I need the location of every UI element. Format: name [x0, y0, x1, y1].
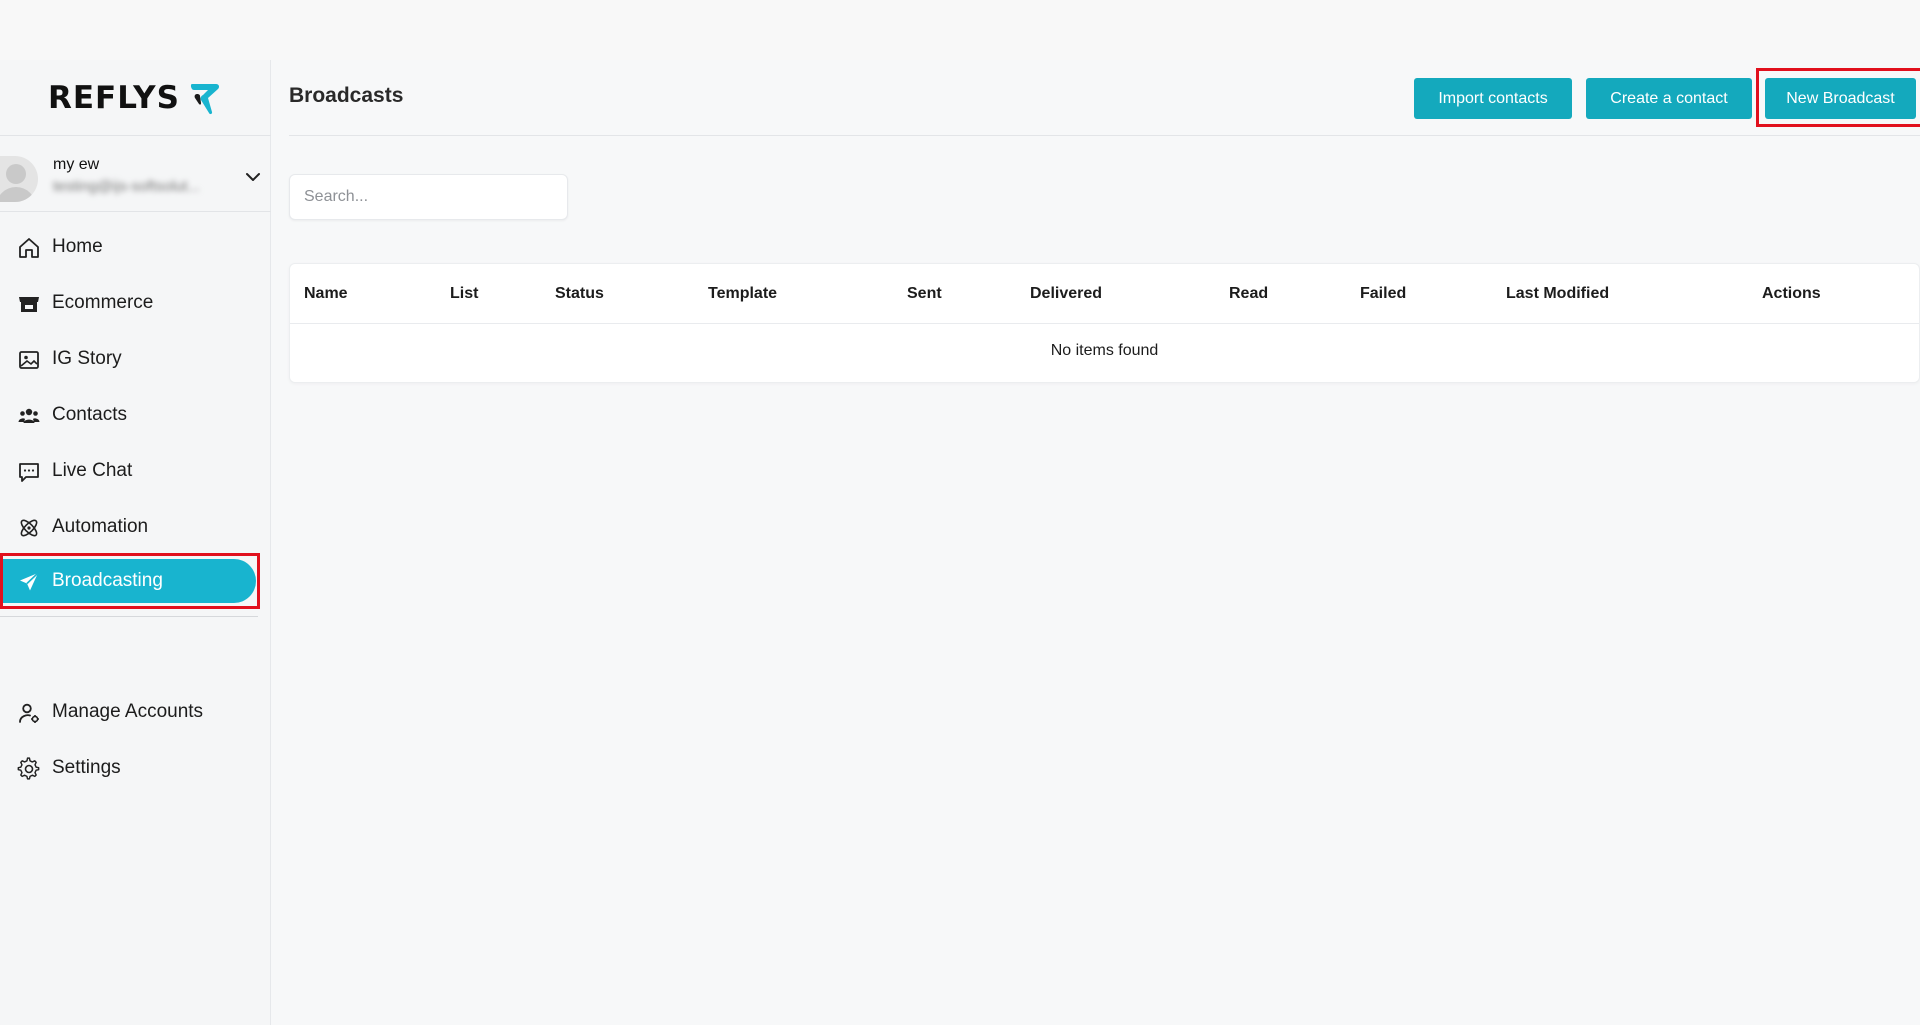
gear-icon	[17, 757, 41, 781]
divider	[0, 616, 258, 617]
sidebar-item-label: Manage Accounts	[52, 701, 204, 722]
column-header-failed[interactable]: Failed	[1360, 285, 1406, 303]
sidebar: REFLYS my ew testing@ijs-softsolut... Ho…	[0, 60, 271, 1025]
column-header-status[interactable]: Status	[555, 285, 604, 303]
send-icon	[17, 570, 41, 594]
column-header-delivered[interactable]: Delivered	[1030, 285, 1102, 303]
new-broadcast-button[interactable]: New Broadcast	[1765, 78, 1916, 119]
sidebar-item-label: Contacts	[52, 404, 127, 425]
search-box	[289, 174, 568, 220]
sidebar-item-label: Ecommerce	[52, 292, 154, 313]
brand-name: REFLYS	[48, 80, 180, 116]
chevron-down-icon[interactable]	[244, 168, 262, 186]
home-icon	[17, 236, 41, 260]
column-header-last-modified[interactable]: Last Modified	[1506, 285, 1609, 303]
sidebar-item-label: Settings	[52, 757, 121, 778]
table-header: Name List Status Template Sent Delivered…	[290, 264, 1919, 324]
sidebar-item-label: Live Chat	[52, 460, 133, 481]
brand-logo[interactable]: REFLYS	[48, 78, 222, 118]
sidebar-item-label: Automation	[52, 516, 149, 537]
main-content: Broadcasts Import contacts Create a cont…	[272, 60, 1920, 1025]
avatar	[0, 156, 38, 202]
image-icon	[17, 348, 41, 372]
sidebar-item-label: Broadcasting	[52, 570, 163, 591]
sidebar-item-home[interactable]: Home	[0, 225, 256, 269]
sidebar-item-settings[interactable]: Settings	[0, 746, 256, 790]
sidebar-item-automation[interactable]: Automation	[0, 505, 256, 549]
column-header-actions: Actions	[1762, 285, 1821, 302]
sidebar-item-manage-accounts[interactable]: Manage Accounts	[0, 690, 256, 734]
page-title: Broadcasts	[289, 84, 404, 107]
account-email: testing@ijs-softsolut...	[53, 178, 200, 195]
empty-state-message: No items found	[1050, 342, 1159, 359]
column-header-template[interactable]: Template	[708, 285, 777, 303]
column-header-name[interactable]: Name	[304, 285, 348, 303]
brand-mark-icon	[190, 84, 219, 115]
account-name: my ew	[53, 156, 100, 173]
sidebar-item-label: IG Story	[52, 348, 122, 369]
sidebar-item-ecommerce[interactable]: Ecommerce	[0, 281, 256, 325]
import-contacts-button[interactable]: Import contacts	[1414, 78, 1572, 119]
users-icon	[17, 404, 41, 428]
column-header-sent[interactable]: Sent	[907, 285, 942, 303]
store-icon	[17, 292, 41, 316]
account-switcher[interactable]: my ew testing@ijs-softsolut...	[0, 150, 271, 208]
create-contact-button[interactable]: Create a contact	[1586, 78, 1752, 119]
chat-icon	[17, 460, 41, 484]
sidebar-item-broadcasting[interactable]: Broadcasting	[0, 559, 256, 603]
divider	[0, 211, 271, 212]
column-header-list[interactable]: List	[450, 285, 478, 303]
search-input[interactable]	[290, 175, 567, 219]
atom-icon	[17, 516, 41, 540]
divider	[0, 135, 271, 136]
top-strip	[0, 0, 1920, 60]
column-header-read[interactable]: Read	[1229, 285, 1268, 303]
sidebar-item-live-chat[interactable]: Live Chat	[0, 449, 256, 493]
divider	[289, 135, 1920, 136]
sidebar-item-label: Home	[52, 236, 103, 257]
sidebar-item-ig-story[interactable]: IG Story	[0, 337, 256, 381]
user-gear-icon	[17, 701, 41, 725]
sidebar-item-contacts[interactable]: Contacts	[0, 393, 256, 437]
broadcasts-table: Name List Status Template Sent Delivered…	[289, 263, 1920, 383]
